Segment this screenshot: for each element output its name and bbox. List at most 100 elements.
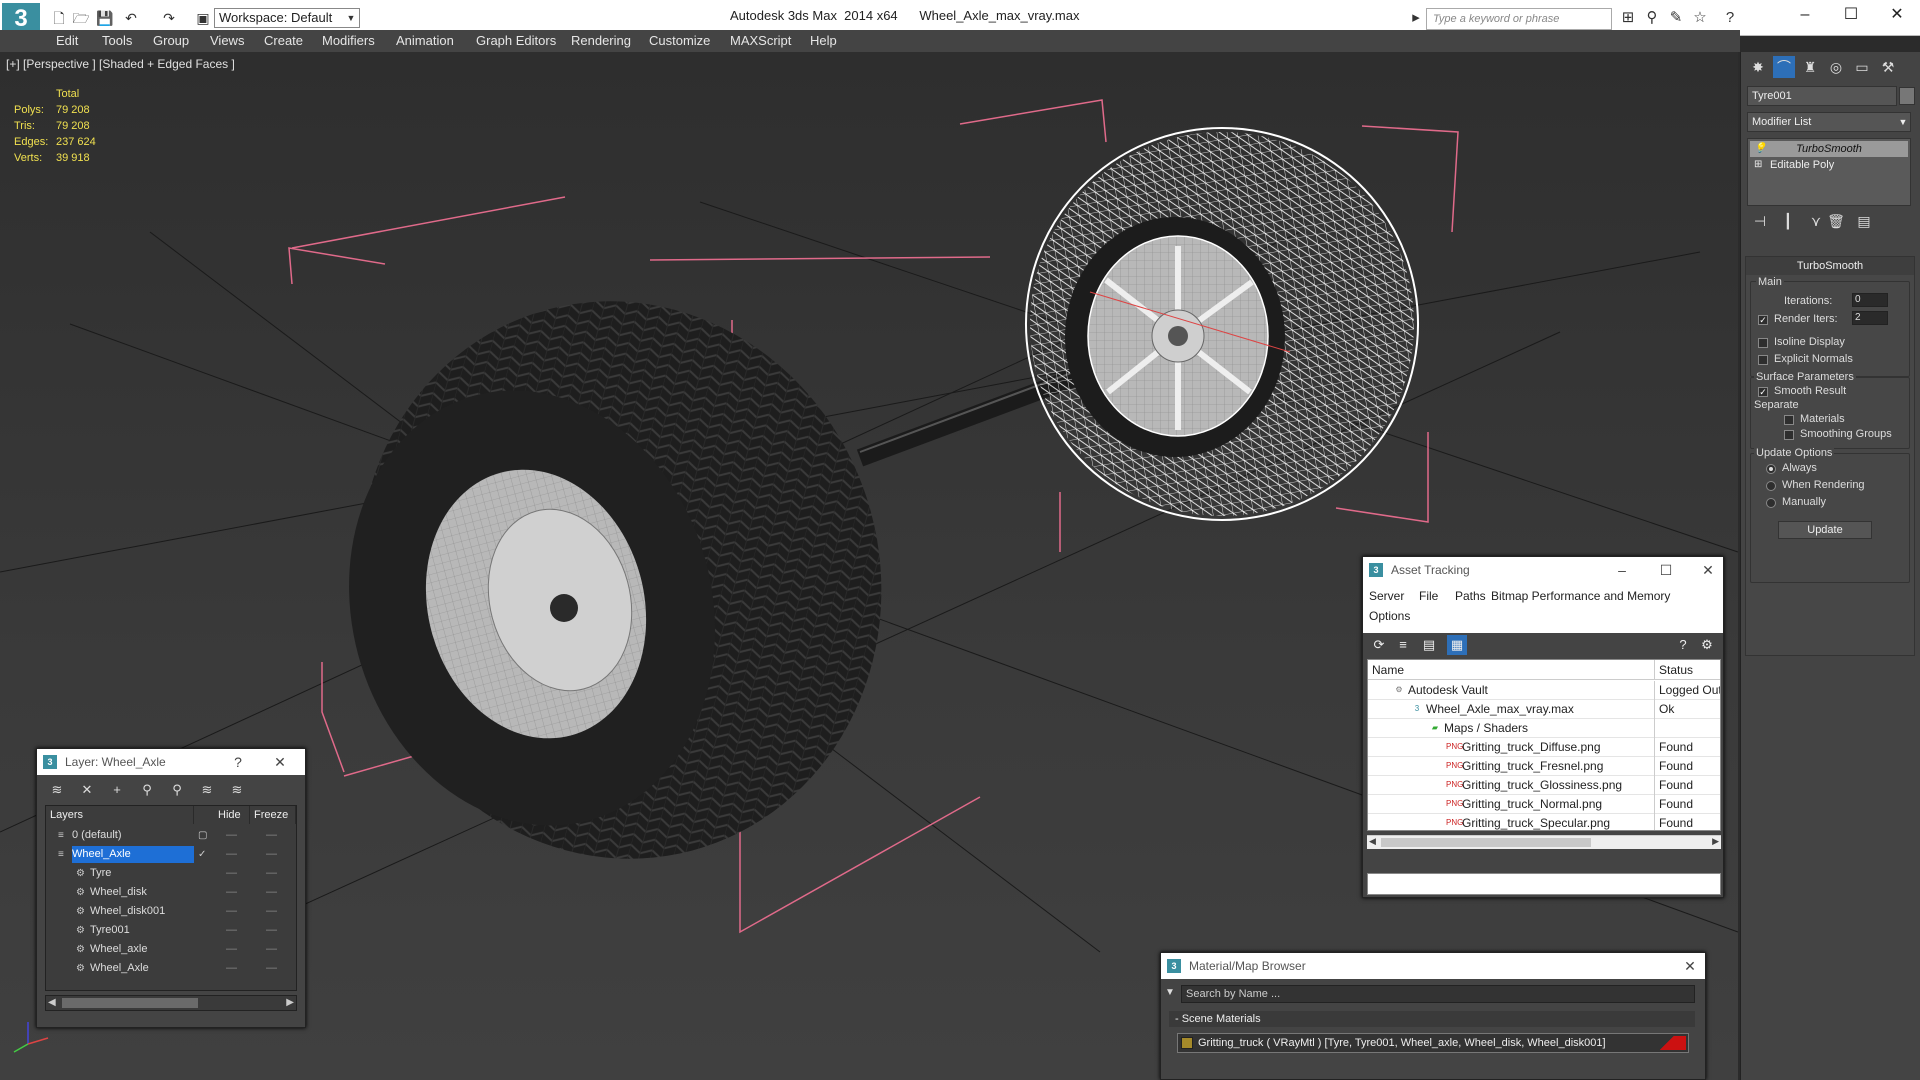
options-dropdown-icon[interactable]: ▼ <box>1165 987 1175 998</box>
create-tab-icon[interactable]: ✸ <box>1747 56 1769 78</box>
layer-row[interactable]: ⚙ Tyre — — <box>46 864 296 883</box>
lightbulb-icon[interactable]: 💡 <box>1754 141 1766 157</box>
stack-item-turbosmooth[interactable]: 💡 TurboSmooth <box>1750 141 1908 157</box>
menu-graph-editors[interactable]: Graph Editors <box>476 33 556 48</box>
help-icon[interactable]: ? <box>1673 635 1693 655</box>
freeze-toggle[interactable]: — <box>266 826 277 845</box>
freeze-toggle[interactable]: — <box>266 883 277 902</box>
freeze-toggle[interactable]: — <box>266 902 277 921</box>
asset-menu-file[interactable]: File <box>1419 589 1438 603</box>
asset-row[interactable]: PNG Gritting_truck_Normal.png Found <box>1368 795 1720 814</box>
scroll-right-icon[interactable]: ▶ <box>286 997 294 1008</box>
material-browser-title[interactable]: 3 Material/Map Browser <box>1161 953 1705 979</box>
layer-name[interactable]: 0 (default) <box>72 827 122 844</box>
asset-row[interactable]: ▰ Maps / Shaders <box>1368 719 1720 738</box>
separate-smoothing-checkbox[interactable] <box>1784 430 1794 440</box>
close-button[interactable]: ✕ <box>265 749 295 775</box>
menu-customize[interactable]: Customize <box>649 33 710 48</box>
freeze-toggle[interactable]: — <box>266 959 277 978</box>
close-button[interactable]: ✕ <box>1693 557 1723 583</box>
hide-toggle[interactable]: — <box>226 940 237 959</box>
menu-edit[interactable]: Edit <box>56 33 78 48</box>
asset-menu-server[interactable]: Server <box>1369 589 1404 603</box>
menu-rendering[interactable]: Rendering <box>571 33 631 48</box>
viewport-label[interactable]: [+] [Perspective ] [Shaded + Edged Faces… <box>6 57 235 71</box>
asset-path-field[interactable] <box>1367 873 1721 895</box>
asset-menu-options[interactable]: Options <box>1369 609 1410 623</box>
select-in-layer-icon[interactable]: ⚲ <box>137 781 157 799</box>
update-button[interactable]: Update <box>1778 521 1872 539</box>
menu-views[interactable]: Views <box>210 33 244 48</box>
display-tab-icon[interactable]: ▭ <box>1851 56 1873 78</box>
scene-materials-section[interactable]: - Scene Materials <box>1169 1011 1695 1027</box>
explicit-normals-checkbox[interactable] <box>1758 355 1768 365</box>
maximize-button[interactable]: ☐ <box>1828 0 1874 30</box>
close-button[interactable]: ✕ <box>1675 953 1705 979</box>
isoline-checkbox[interactable] <box>1758 338 1768 348</box>
scroll-thumb[interactable] <box>1381 838 1591 847</box>
layer-row[interactable]: ≡ Wheel_Axle — — ✓ <box>46 845 296 864</box>
asset-menu-paths[interactable]: Paths <box>1455 589 1486 603</box>
column-layers[interactable]: Layers <box>46 806 194 824</box>
active-layer-check-icon[interactable]: ✓ <box>198 845 206 864</box>
chevron-down-icon[interactable]: ▼ <box>344 9 358 27</box>
hide-toggle[interactable]: — <box>226 959 237 978</box>
table-view-icon[interactable]: ▦ <box>1447 635 1467 655</box>
layer-row[interactable]: ⚙ Wheel_disk001 — — <box>46 902 296 921</box>
hide-toggle[interactable]: — <box>226 883 237 902</box>
scroll-thumb[interactable] <box>62 998 198 1008</box>
iterations-spinner[interactable]: 0 <box>1852 293 1888 307</box>
layer-name[interactable]: Wheel_disk <box>90 884 147 901</box>
layer-name[interactable]: Wheel_disk001 <box>90 903 165 920</box>
create-layer-icon[interactable]: ≋ <box>47 781 67 799</box>
redo-icon[interactable]: ↷ <box>160 9 178 27</box>
layer-name[interactable]: Wheel_Axle <box>90 960 149 977</box>
layer-row[interactable]: ≡ 0 (default) — — ▢ <box>46 826 296 845</box>
column-status[interactable]: Status <box>1654 660 1720 680</box>
stack-item-editable-poly[interactable]: ⊞ Editable Poly <box>1750 157 1908 173</box>
material-search-input[interactable]: Search by Name ... <box>1181 985 1695 1003</box>
update-always-radio[interactable] <box>1766 464 1776 474</box>
undo-icon[interactable]: ↶ <box>122 9 140 27</box>
search-expand-icon[interactable]: ▸ <box>1406 8 1426 28</box>
menu-group[interactable]: Group <box>153 33 189 48</box>
column-hide[interactable]: Hide <box>214 806 250 824</box>
save-file-icon[interactable]: 💾 <box>96 9 114 27</box>
show-end-result-icon[interactable]: ┃ <box>1777 210 1799 232</box>
asset-menu-bitmap[interactable]: Bitmap Performance and Memory <box>1491 589 1670 603</box>
project-folder-icon[interactable]: ▣ <box>194 9 212 27</box>
hide-toggle[interactable]: — <box>226 826 237 845</box>
details-view-icon[interactable]: ▤ <box>1419 635 1439 655</box>
scroll-left-icon[interactable]: ◀ <box>1369 836 1376 847</box>
render-iters-checkbox[interactable]: ✓ <box>1758 315 1768 325</box>
minimize-button[interactable]: – <box>1782 0 1828 30</box>
layer-row[interactable]: ⚙ Tyre001 — — <box>46 921 296 940</box>
refresh-icon[interactable]: ⟳ <box>1369 635 1389 655</box>
menu-maxscript[interactable]: MAXScript <box>730 33 791 48</box>
freeze-all-icon[interactable]: ≋ <box>227 781 247 799</box>
menu-animation[interactable]: Animation <box>396 33 454 48</box>
highlight-selected-icon[interactable]: ⚲ <box>167 781 187 799</box>
scroll-right-icon[interactable]: ▶ <box>1712 836 1719 847</box>
asset-row[interactable]: PNG Gritting_truck_Fresnel.png Found <box>1368 757 1720 776</box>
update-manually-radio[interactable] <box>1766 498 1776 508</box>
layer-row[interactable]: ⚙ Wheel_Axle — — <box>46 959 296 978</box>
remove-modifier-icon[interactable]: 🗑 <box>1825 210 1847 232</box>
smooth-result-checkbox[interactable]: ✓ <box>1758 387 1768 397</box>
make-unique-icon[interactable]: ⋎ <box>1805 210 1827 232</box>
render-iters-spinner[interactable]: 2 <box>1852 311 1888 325</box>
subscription-icon[interactable]: ⚲ <box>1642 8 1662 28</box>
hide-toggle[interactable]: — <box>226 864 237 883</box>
modify-tab-icon[interactable]: ⌒ <box>1773 56 1795 78</box>
modifier-list-dropdown[interactable]: Modifier List <box>1747 112 1911 132</box>
add-to-layer-icon[interactable]: + <box>107 781 127 799</box>
scroll-left-icon[interactable]: ◀ <box>48 997 56 1008</box>
hide-all-icon[interactable]: ≋ <box>197 781 217 799</box>
current-layer-box-icon[interactable]: ▢ <box>198 826 207 845</box>
rollout-header[interactable]: TurboSmooth <box>1746 257 1914 275</box>
asset-row[interactable]: 3 Wheel_Axle_max_vray.max Ok <box>1368 700 1720 719</box>
asset-row[interactable]: ⚙ Autodesk Vault Logged Out ... <box>1368 681 1720 700</box>
update-when-rendering-radio[interactable] <box>1766 481 1776 491</box>
configure-modifier-sets-icon[interactable]: ▤ <box>1853 210 1875 232</box>
object-name-field[interactable]: Tyre001 <box>1747 86 1897 106</box>
